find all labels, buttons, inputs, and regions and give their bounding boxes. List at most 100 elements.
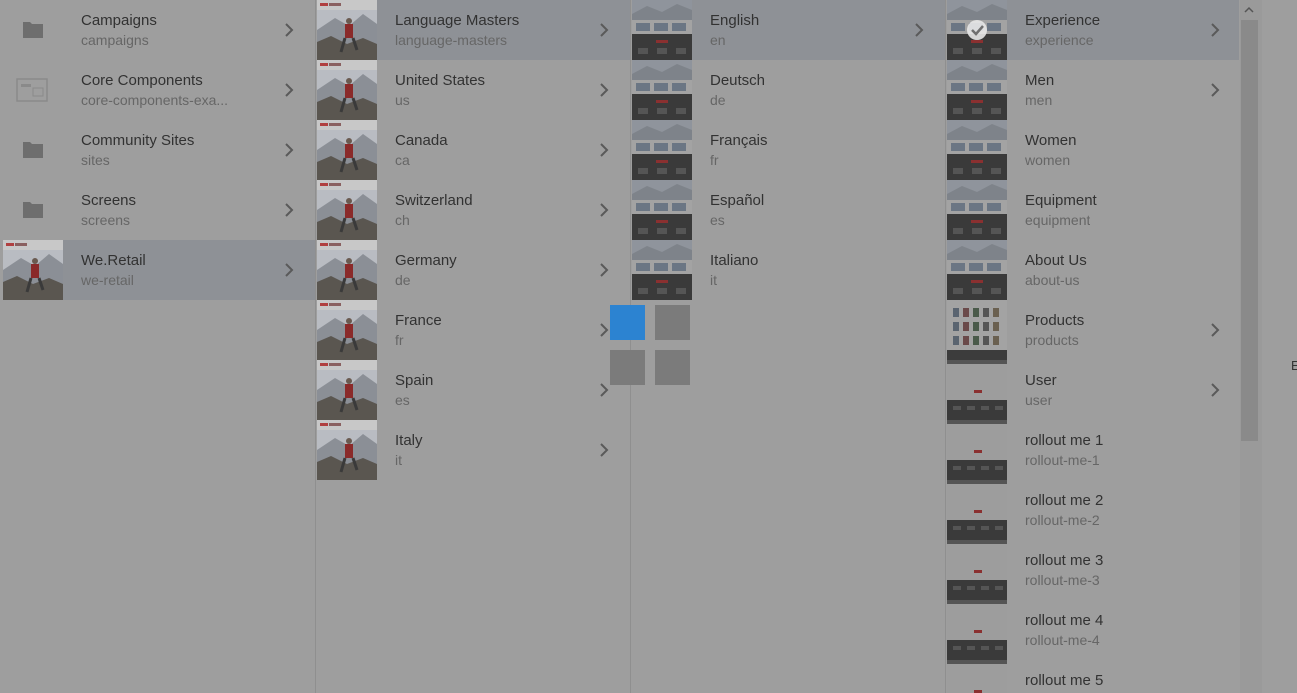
- item-node-name: campaigns: [81, 32, 149, 48]
- item-node-name: user: [1025, 392, 1053, 408]
- column-item-equipment[interactable]: Equipment equipment: [947, 180, 1239, 240]
- column-item-en[interactable]: English en: [632, 0, 945, 60]
- column-item-us[interactable]: United States us: [317, 60, 630, 120]
- column-item-sites[interactable]: Community Sites sites: [3, 120, 315, 180]
- column-item-rollout-me-4[interactable]: rollout me 4 rollout-me-4: [947, 600, 1239, 660]
- column-item-rollout-me-2[interactable]: rollout me 2 rollout-me-2: [947, 480, 1239, 540]
- chevron-right-icon[interactable]: [1205, 380, 1225, 400]
- item-node-name: it: [395, 452, 402, 468]
- chevron-right-icon[interactable]: [279, 200, 299, 220]
- column-item-men[interactable]: Men men: [947, 60, 1239, 120]
- chevron-right-icon[interactable]: [1205, 20, 1225, 40]
- column-item-women[interactable]: Women women: [947, 120, 1239, 180]
- item-node-name: men: [1025, 92, 1053, 108]
- item-node-name: language-masters: [395, 32, 508, 48]
- component-page-icon[interactable]: [3, 60, 63, 120]
- item-node-name: sites: [81, 152, 110, 168]
- column-item-campaigns[interactable]: Campaigns campaigns: [3, 0, 315, 60]
- column-item-language-masters[interactable]: Language Masters language-masters: [317, 0, 630, 60]
- column-item-ch[interactable]: Switzerland ch: [317, 180, 630, 240]
- column-item-products[interactable]: Products products: [947, 300, 1239, 360]
- page-thumbnail[interactable]: [947, 60, 1007, 120]
- column-item-de[interactable]: Germany de: [317, 240, 630, 300]
- page-thumbnail[interactable]: [947, 180, 1007, 240]
- page-thumbnail[interactable]: [317, 420, 377, 480]
- column-item-rollout-me-5[interactable]: rollout me 5rollout-me-5: [947, 660, 1239, 693]
- page-thumbnail[interactable]: [947, 480, 1007, 540]
- page-thumbnail[interactable]: [317, 180, 377, 240]
- item-title: Canada: [395, 132, 448, 149]
- page-thumbnail[interactable]: [317, 60, 377, 120]
- page-thumbnail[interactable]: [632, 0, 692, 60]
- chevron-right-icon[interactable]: [594, 20, 614, 40]
- page-thumbnail[interactable]: [947, 660, 1007, 693]
- chevron-right-icon[interactable]: [279, 260, 299, 280]
- item-title: Español: [710, 192, 765, 209]
- chevron-right-icon[interactable]: [279, 80, 299, 100]
- page-thumbnail[interactable]: [317, 360, 377, 420]
- item-title: rollout me 5: [1025, 672, 1104, 689]
- folder-icon[interactable]: [3, 180, 63, 240]
- page-thumbnail[interactable]: [947, 420, 1007, 480]
- folder-icon[interactable]: [3, 0, 63, 60]
- column-item-fr[interactable]: France fr: [317, 300, 630, 360]
- item-title: Français: [710, 132, 768, 149]
- page-thumbnail[interactable]: [947, 120, 1007, 180]
- page-thumbnail[interactable]: [317, 0, 377, 60]
- folder-icon[interactable]: [3, 120, 63, 180]
- column-item-es[interactable]: Spain es: [317, 360, 630, 420]
- page-thumbnail[interactable]: [632, 60, 692, 120]
- chevron-right-icon[interactable]: [1205, 80, 1225, 100]
- item-title: rollout me 3: [1025, 552, 1104, 569]
- item-title: rollout me 1: [1025, 432, 1104, 449]
- column-item-de[interactable]: Deutsch de: [632, 60, 945, 120]
- page-thumbnail[interactable]: [632, 120, 692, 180]
- item-node-name: ch: [395, 212, 410, 228]
- selected-checkmark-thumbnail[interactable]: [947, 0, 1007, 60]
- column-we-retail: Language Masters language-masters United S…: [317, 0, 631, 693]
- chevron-right-icon[interactable]: [909, 20, 929, 40]
- column-item-es[interactable]: Español es: [632, 180, 945, 240]
- page-thumbnail[interactable]: [947, 360, 1007, 420]
- page-thumbnail[interactable]: [317, 120, 377, 180]
- item-title: Germany: [395, 252, 457, 269]
- scrollbar-thumb[interactable]: [1241, 20, 1258, 441]
- page-thumbnail[interactable]: [947, 600, 1007, 660]
- column-item-ca[interactable]: Canada ca: [317, 120, 630, 180]
- page-thumbnail[interactable]: [632, 180, 692, 240]
- column-item-screens[interactable]: Screens screens: [3, 180, 315, 240]
- column-item-it[interactable]: Italiano it: [632, 240, 945, 300]
- page-thumbnail[interactable]: [947, 240, 1007, 300]
- chevron-right-icon[interactable]: [594, 260, 614, 280]
- chevron-right-icon[interactable]: [594, 80, 614, 100]
- page-thumbnail[interactable]: [317, 240, 377, 300]
- column-english: Experience experience Men men Women women Equi…: [947, 0, 1239, 693]
- site-thumbnail[interactable]: [3, 240, 63, 300]
- column-item-rollout-me-1[interactable]: rollout me 1 rollout-me-1: [947, 420, 1239, 480]
- item-title: Products: [1025, 312, 1085, 329]
- column-item-user[interactable]: User user: [947, 360, 1239, 420]
- page-thumbnail[interactable]: [947, 540, 1007, 600]
- page-thumbnail[interactable]: [632, 240, 692, 300]
- column-item-rollout-me-3[interactable]: rollout me 3 rollout-me-3: [947, 540, 1239, 600]
- scroll-up-arrow-icon[interactable]: [1243, 5, 1255, 15]
- column-item-we-retail[interactable]: We.Retail we-retail: [3, 240, 315, 300]
- chevron-right-icon[interactable]: [594, 140, 614, 160]
- item-title: English: [710, 12, 760, 29]
- chevron-right-icon[interactable]: [279, 140, 299, 160]
- chevron-right-icon[interactable]: [279, 20, 299, 40]
- column-item-about-us[interactable]: About Us about-us: [947, 240, 1239, 300]
- column-item-it[interactable]: Italy it: [317, 420, 630, 480]
- chevron-right-icon[interactable]: [594, 200, 614, 220]
- chevron-right-icon[interactable]: [1205, 320, 1225, 340]
- page-thumbnail[interactable]: [317, 300, 377, 360]
- loader-square: [655, 305, 690, 340]
- column-item-core-components-exa[interactable]: Core Components core-components-exa...: [3, 60, 315, 120]
- item-title: Men: [1025, 72, 1055, 89]
- item-node-name: es: [710, 212, 725, 228]
- chevron-right-icon[interactable]: [594, 440, 614, 460]
- item-title: Italy: [395, 432, 423, 449]
- column-item-experience[interactable]: Experience experience: [947, 0, 1239, 60]
- page-thumbnail[interactable]: [947, 300, 1007, 360]
- column-item-fr[interactable]: Français fr: [632, 120, 945, 180]
